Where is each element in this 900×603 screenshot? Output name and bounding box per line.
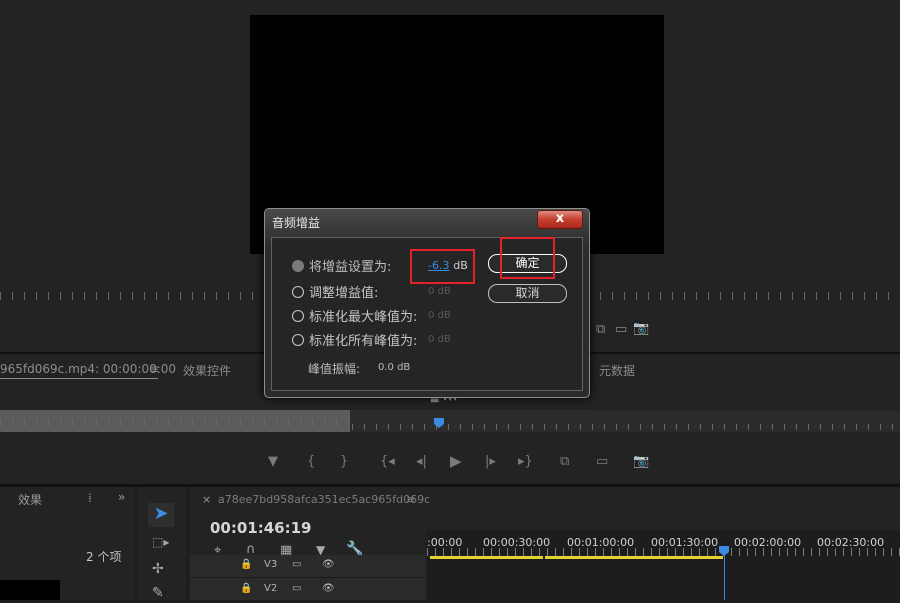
timeline-ruler[interactable]: :00:00 00:00:30:00 00:01:00:00 00:01:30:… [427,530,900,600]
expand-panels-icon[interactable]: » [118,490,125,504]
camera-icon-2[interactable]: 📷 [633,454,649,469]
close-sequence-icon[interactable]: × [202,493,211,506]
option-label: 将增益设置为: [309,260,392,275]
option-label: 标准化最大峰值为: [309,310,418,325]
option-label: 标准化所有峰值为: [309,334,418,349]
normalize-max-peak-option[interactable]: 标准化最大峰值为: [292,306,417,325]
clip-render-bar [545,556,723,559]
peak-amplitude-label: 峰值振幅: [308,362,361,376]
adjust-gain-option[interactable]: 调整增益值: [292,282,378,301]
dialog-title: 音频增益 [272,216,321,230]
timeline-ticks [427,548,900,556]
insert-icon-2[interactable]: ⧉ [560,454,569,469]
sequence-menu-icon[interactable]: ≡ [406,493,415,506]
tools-panel: ➤ ⬚▸ ✢ ✎ [138,487,186,601]
eye-icon[interactable]: 👁 [322,583,335,594]
mark-in-icon[interactable]: { [307,454,315,469]
radio-icon[interactable] [292,310,304,322]
play-icon[interactable]: ▶ [450,452,462,470]
lock-icon[interactable]: 🔒 [240,583,252,594]
timeline-timecode[interactable]: 00:01:46:19 [210,519,312,537]
sync-icon[interactable]: ▭ [292,583,301,594]
tab-metadata[interactable]: 元数据 [599,362,635,379]
step-forward-icon[interactable]: |▸ [485,454,496,469]
normalize-all-peaks-option[interactable]: 标准化所有峰值为: [292,330,417,349]
highlight-gain-value [410,249,475,284]
source-ruler-ticks [352,424,900,430]
track-v3[interactable]: 🔒 V3 ▭ 👁 [190,555,426,578]
close-button[interactable]: x [537,210,583,229]
go-to-out-icon[interactable]: ▸} [518,454,533,469]
tab-divider-icon: ⁞ [88,491,92,505]
adjust-gain-value[interactable]: 0 dB [428,286,451,297]
playhead-line [724,555,725,600]
effects-panel: 效果 ⁞ » 2 个项 [0,487,134,600]
highlight-ok-button [500,237,555,279]
radio-icon[interactable] [292,286,304,298]
track-label: V3 [264,559,278,570]
sync-icon[interactable]: ▭ [292,559,301,570]
overwrite-icon-2[interactable]: ▭ [596,454,608,469]
radio-icon[interactable] [292,260,304,272]
selection-tool-icon[interactable]: ➤ [148,503,174,527]
camera-icon[interactable]: 📷 [633,321,649,336]
items-count: 2 个项 [86,550,122,564]
step-back-icon[interactable]: ◂| [416,454,427,469]
normalize-all-peaks-value[interactable]: 0 dB [428,334,451,345]
eye-icon[interactable]: 👁 [322,559,335,570]
cancel-button[interactable]: 取消 [488,284,567,303]
clip-render-bar [430,556,543,559]
overwrite-icon[interactable]: ▭ [615,322,627,337]
peak-amplitude-value: 0.0 dB [378,362,411,373]
track-headers: 🔒 V3 ▭ 👁 🔒 V2 ▭ 👁 [190,555,426,602]
mark-out-icon[interactable]: } [340,454,348,469]
radio-icon[interactable] [292,334,304,346]
lock-icon[interactable]: 🔒 [240,559,252,570]
track-select-icon[interactable]: ⬚▸ [152,535,169,549]
track-v2[interactable]: 🔒 V2 ▭ 👁 [190,579,426,602]
effects-tab[interactable]: 效果 [18,491,42,508]
option-label: 调整增益值: [309,286,379,301]
active-tab-underline [0,378,158,379]
set-gain-option[interactable]: 将增益设置为: [292,256,391,275]
insert-icon[interactable]: ⧉ [596,322,605,337]
sequence-tab[interactable]: a78ee7bd958afca351ec5ac965fd069c [218,493,430,506]
normalize-max-peak-value[interactable]: 0 dB [428,310,451,321]
razor-tool-icon[interactable]: ✎ [152,585,164,601]
ripple-edit-icon[interactable]: ✢ [152,561,164,577]
track-label: V2 [264,583,278,594]
source-ruler [0,418,350,426]
tab-menu-icon[interactable]: ≡ [149,362,159,376]
tab-effect-controls[interactable]: 效果控件 [183,362,231,379]
add-marker-icon[interactable]: ▼ [268,454,278,469]
go-to-in-icon[interactable]: {◂ [380,454,395,469]
effects-thumbnail [0,580,60,600]
